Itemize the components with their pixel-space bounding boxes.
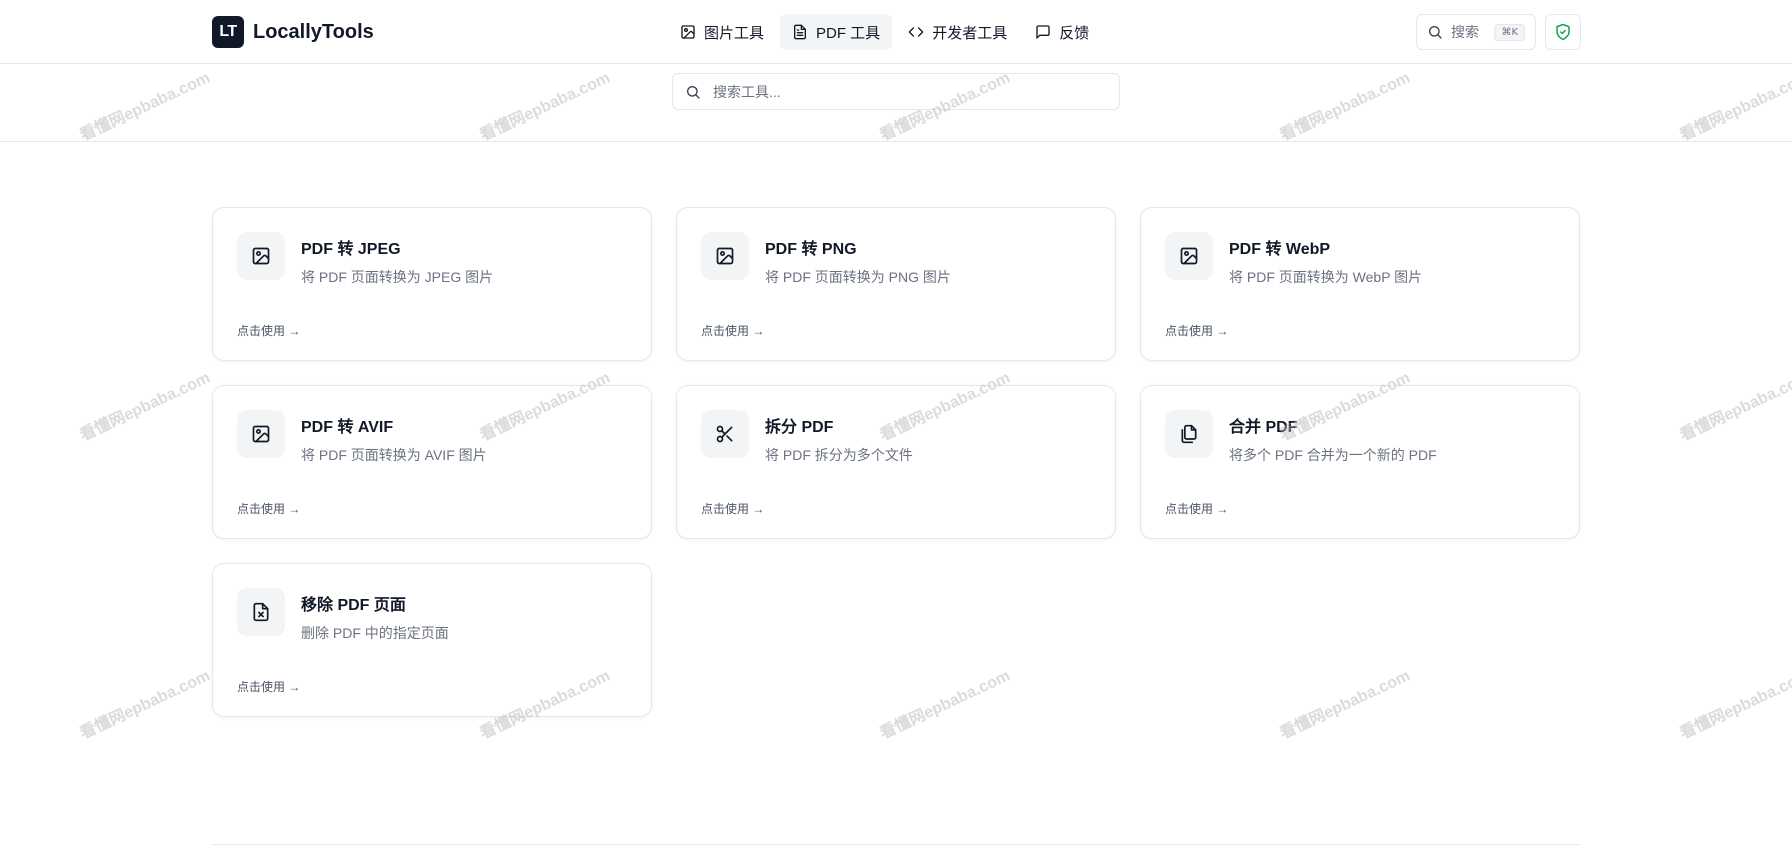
- card-title: PDF 转 JPEG: [301, 241, 401, 258]
- nav-item-developer-tools[interactable]: 开发者工具: [896, 14, 1019, 50]
- watermark: 看懂网epbaba.com: [77, 667, 213, 743]
- image-icon: [681, 25, 695, 39]
- card-description: 将 PDF 页面转换为 JPEG 图片: [301, 269, 494, 285]
- file-x-icon: [253, 602, 269, 622]
- privacy-shield-button[interactable]: [1545, 14, 1581, 50]
- tool-search-box: [672, 73, 1120, 110]
- watermark-en: epbaba.com: [1321, 667, 1413, 723]
- card-use-link[interactable]: 点击使用 →: [237, 322, 300, 339]
- card-use-link[interactable]: 点击使用 →: [237, 500, 300, 517]
- files-icon: [1181, 424, 1197, 444]
- watermark: 看懂网epbaba.com: [1677, 667, 1792, 743]
- watermark-en: epbaba.com: [121, 667, 213, 723]
- tool-card-split-pdf[interactable]: 拆分 PDF 将 PDF 拆分为多个文件 点击使用 →: [676, 385, 1116, 539]
- code-icon: [908, 27, 924, 37]
- card-title: 移除 PDF 页面: [301, 597, 406, 614]
- nav-item-pdf-tools[interactable]: PDF 工具: [780, 14, 893, 50]
- nav-item-image-tools[interactable]: 图片工具: [668, 14, 776, 50]
- card-description: 删除 PDF 中的指定页面: [301, 625, 449, 641]
- watermark-en: epbaba.com: [921, 667, 1013, 723]
- tool-card-pdf-to-png[interactable]: PDF 转 PNG 将 PDF 页面转换为 PNG 图片 点击使用 →: [676, 207, 1116, 361]
- message-square-icon: [1036, 25, 1050, 39]
- nav-item-feedback[interactable]: 反馈: [1023, 14, 1101, 50]
- image-icon: [1180, 247, 1198, 265]
- card-title: PDF 转 PNG: [765, 241, 857, 258]
- nav-item-label: 反馈: [1059, 24, 1090, 42]
- footer-divider: [212, 844, 1580, 845]
- file-text-icon: [794, 24, 807, 40]
- nav-item-label: PDF 工具: [816, 24, 881, 42]
- keyboard-shortcut-badge: ⌘K: [1494, 23, 1525, 41]
- watermark-cn: 看懂网: [1677, 706, 1729, 743]
- watermark: 看懂网epbaba.com: [77, 369, 213, 445]
- card-icon-box: [1165, 410, 1213, 458]
- card-description: 将 PDF 拆分为多个文件: [765, 447, 913, 463]
- card-use-link[interactable]: 点击使用 →: [237, 678, 300, 695]
- watermark-en: epbaba.com: [121, 369, 213, 425]
- logo-text: LocallyTools: [253, 20, 374, 43]
- card-icon-box: [237, 232, 285, 280]
- card-description: 将 PDF 页面转换为 WebP 图片: [1229, 269, 1423, 285]
- card-title: PDF 转 AVIF: [301, 419, 394, 436]
- watermark-cn: 看懂网: [877, 706, 929, 743]
- tool-card-merge-pdf[interactable]: 合并 PDF 将多个 PDF 合并为一个新的 PDF 点击使用 →: [1140, 385, 1580, 539]
- nav-item-label: 开发者工具: [932, 24, 1008, 42]
- scissors-icon: [716, 425, 733, 443]
- tool-card-pdf-to-webp[interactable]: PDF 转 WebP 将 PDF 页面转换为 WebP 图片 点击使用 →: [1140, 207, 1580, 361]
- watermark-en: epbaba.com: [1721, 369, 1792, 425]
- top-header: LT LocallyTools 图片工具 PDF 工具 开发者工具 反馈 搜索 …: [0, 0, 1792, 64]
- watermark-cn: 看懂网: [1277, 706, 1329, 743]
- tool-card-remove-pdf-pages[interactable]: 移除 PDF 页面 删除 PDF 中的指定页面 点击使用 →: [212, 563, 652, 717]
- card-title: PDF 转 WebP: [1229, 241, 1331, 258]
- shield-check-icon: [1556, 23, 1570, 41]
- watermark-cn: 看懂网: [1677, 408, 1729, 445]
- logo[interactable]: LT LocallyTools: [212, 16, 374, 48]
- card-use-link[interactable]: 点击使用 →: [701, 500, 764, 517]
- search-button-label: 搜索: [1451, 24, 1479, 40]
- card-icon-box: [701, 232, 749, 280]
- card-description: 将 PDF 页面转换为 AVIF 图片: [301, 447, 487, 463]
- card-description: 将 PDF 页面转换为 PNG 图片: [765, 269, 951, 285]
- watermark: 看懂网epbaba.com: [877, 667, 1013, 743]
- card-icon-box: [1165, 232, 1213, 280]
- watermark-en: epbaba.com: [1721, 667, 1792, 723]
- search-icon: [1429, 26, 1442, 39]
- card-title: 合并 PDF: [1229, 419, 1298, 436]
- card-title: 拆分 PDF: [765, 419, 834, 436]
- watermark-cn: 看懂网: [77, 706, 129, 743]
- logo-mark: LT: [212, 16, 244, 48]
- watermark: 看懂网epbaba.com: [1277, 667, 1413, 743]
- watermark: 看懂网epbaba.com: [1677, 369, 1792, 445]
- image-icon: [252, 247, 270, 265]
- card-use-link[interactable]: 点击使用 →: [1165, 500, 1228, 517]
- search-button[interactable]: 搜索 ⌘K: [1416, 14, 1536, 50]
- card-use-link[interactable]: 点击使用 →: [1165, 322, 1228, 339]
- card-icon-box: [237, 410, 285, 458]
- image-icon: [252, 425, 270, 443]
- card-icon-box: [701, 410, 749, 458]
- tool-card-pdf-to-avif[interactable]: PDF 转 AVIF 将 PDF 页面转换为 AVIF 图片 点击使用 →: [212, 385, 652, 539]
- tool-search-row: [0, 64, 1792, 142]
- card-description: 将多个 PDF 合并为一个新的 PDF: [1229, 447, 1437, 463]
- watermark-cn: 看懂网: [77, 408, 129, 445]
- tool-card-pdf-to-jpeg[interactable]: PDF 转 JPEG 将 PDF 页面转换为 JPEG 图片 点击使用 →: [212, 207, 652, 361]
- tool-search-input[interactable]: [711, 82, 1107, 101]
- main-nav: 图片工具 PDF 工具 开发者工具 反馈: [668, 14, 1101, 50]
- search-icon: [687, 85, 700, 99]
- card-icon-box: [237, 588, 285, 636]
- nav-item-label: 图片工具: [704, 24, 765, 42]
- image-icon: [716, 247, 734, 265]
- card-use-link[interactable]: 点击使用 →: [701, 322, 764, 339]
